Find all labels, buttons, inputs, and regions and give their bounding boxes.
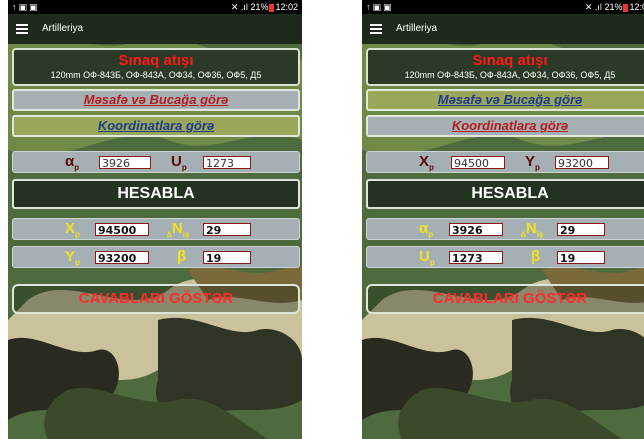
left-phone-screen: ↑▣▣ ✕ .ıl 21% 12:02 Artilleriya Sınaq atı… [8,0,302,439]
beta-output: 19 [557,251,605,265]
right-phone-screen: ↑▣▣ ✕ .ıl 21% 12:02 Artilleriya Sınaq atı… [362,0,644,439]
beta-output: 19 [203,251,251,265]
header-box: Sınaq atışı 120mm ОФ-843Б, ОФ-843А, ОФ34… [12,48,300,86]
page-title: Sınaq atışı [118,52,194,69]
y-label: Yp [65,248,80,267]
u-input[interactable]: 1273 [203,156,251,170]
tab-distance-angle[interactable]: Məsafə və Bucağa görə [12,89,300,111]
tab-distance-angle[interactable]: Məsafə və Bucağa görə [366,89,644,111]
notification-icons: ↑▣▣ [366,2,394,12]
calculate-button[interactable]: HESABLA [12,179,300,209]
alpha-label: αp [419,220,434,239]
input-row-x-y: Xp 94500 Yp 93200 [366,151,644,173]
show-answers-button[interactable]: CAVABLARI GÖSTƏR [12,284,300,314]
beta-label: β [531,248,541,265]
x-label: Xp [65,220,80,239]
app-title: Artilleriya [42,23,84,34]
page-subtitle: 120mm ОФ-843Б, ОФ-843А, ОФ34, ОФ36, ОФ5,… [50,70,262,80]
signal-icon: ✕ .ıl [584,2,602,12]
calculate-button[interactable]: HESABLA [366,179,644,209]
app-title: Artilleriya [396,23,438,34]
tab-coordinates[interactable]: Koordinatlara görə [12,115,300,137]
x-label: Xp [419,153,434,172]
y-output: 93200 [95,251,149,265]
alpha-input[interactable]: 3926 [99,156,151,170]
alpha-output: 3926 [449,223,503,237]
menu-icon[interactable] [370,22,382,36]
dn-output: 29 [557,223,605,237]
signal-icon: ✕ .ıl [230,2,248,12]
output-row-alpha-dn: αp 3926 ∆Niş 29 [366,218,644,240]
app-toolbar: Artilleriya [8,14,302,44]
x-input[interactable]: 94500 [451,156,505,170]
clock: 12:02 [275,2,298,12]
notification-icons: ↑▣▣ [12,2,40,12]
app-toolbar: Artilleriya [362,14,644,44]
header-box: Sınaq atışı 120mm ОФ-843Б, ОФ-843А, ОФ34… [366,48,644,86]
battery-icon [623,3,629,12]
y-label: Yp [525,153,540,172]
alpha-label: αp [65,153,80,172]
menu-icon[interactable] [16,22,28,36]
dn-label: ∆Niş [521,220,544,239]
tab-coordinates[interactable]: Koordinatlara görə [366,115,644,137]
output-row-u-beta: Up 1273 β 19 [366,246,644,268]
input-row-alpha-u: αp 3926 Up 1273 [12,151,300,173]
page-subtitle: 120mm ОФ-843Б, ОФ-843А, ОФ34, ОФ36, ОФ5,… [404,70,616,80]
status-right: ✕ .ıl 21% 12:02 [231,0,298,14]
u-output: 1273 [449,251,503,265]
show-answers-button[interactable]: CAVABLARI GÖSTƏR [366,284,644,314]
u-label: Up [171,153,187,172]
u-label: Up [419,248,435,267]
dn-label: ∆Niş [167,220,190,239]
status-right: ✕ .ıl 21% 12:02 [585,0,644,14]
battery-percent: 21% [604,2,623,12]
y-input[interactable]: 93200 [555,156,609,170]
beta-label: β [177,248,187,265]
dn-output: 29 [203,223,251,237]
clock: 12:02 [629,2,644,12]
x-output: 94500 [95,223,149,237]
output-row-x-dn: Xp 94500 ∆Niş 29 [12,218,300,240]
battery-icon [269,3,275,12]
output-row-y-beta: Yp 93200 β 19 [12,246,300,268]
page-title: Sınaq atışı [472,52,548,69]
battery-percent: 21% [250,2,269,12]
status-bar: ↑▣▣ ✕ .ıl 21% 12:02 [362,0,644,14]
status-bar: ↑▣▣ ✕ .ıl 21% 12:02 [8,0,302,14]
